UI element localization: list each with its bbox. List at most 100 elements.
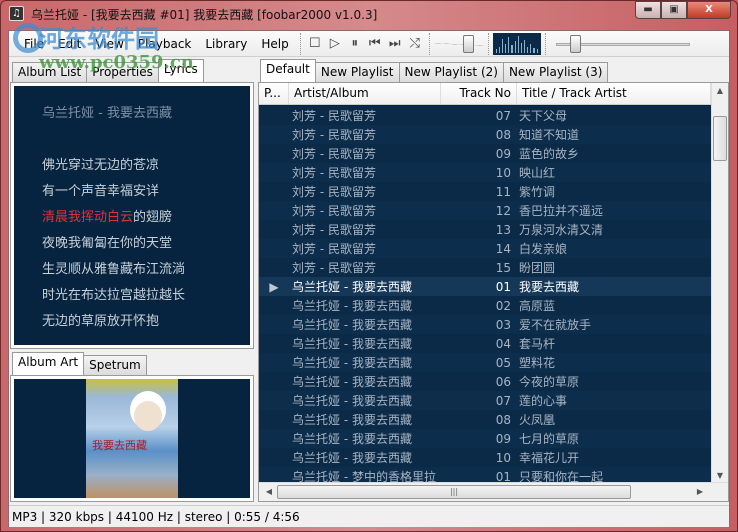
col-playing[interactable]: P... — [259, 83, 289, 104]
table-row[interactable]: 刘芳 - 民歌留芳 15 盼团圆 — [259, 258, 711, 277]
tab-lyrics[interactable]: Lyrics — [157, 59, 204, 82]
track-no-cell: 03 — [495, 317, 511, 332]
title-cell: 今夜的草原 — [519, 375, 580, 389]
tab-new-playlist-3[interactable]: New Playlist (3) — [502, 62, 609, 82]
lyric-line: 佛光穿过无边的苍凉 — [42, 158, 160, 173]
volume-slider[interactable] — [433, 33, 484, 55]
table-row[interactable]: 乌兰托娅 - 我要去西藏 04 套马杆 — [259, 334, 711, 353]
tab-spectrum[interactable]: Spetrum — [83, 355, 147, 375]
close-button[interactable]: X — [687, 1, 731, 19]
track-no-cell: 09 — [495, 431, 511, 446]
menu-edit[interactable]: Edit — [51, 37, 88, 51]
track-no-cell: 12 — [495, 203, 511, 218]
track-no-cell: 02 — [495, 298, 511, 313]
title-cell: 我要去西藏 — [519, 280, 580, 294]
table-row[interactable]: 刘芳 - 民歌留芳 13 万泉河水清又清 — [259, 220, 711, 239]
hscroll-thumb[interactable]: ||| — [277, 485, 631, 499]
playlist-header: P... Artist/Album Track No Title / Track… — [259, 83, 711, 105]
playing-indicator-icon: ▶ — [269, 279, 279, 294]
table-row[interactable]: 乌兰托娅 - 我要去西藏 10 幸福花儿开 — [259, 448, 711, 467]
vis-bar — [520, 42, 522, 53]
play-icon[interactable]: ▷ — [325, 34, 345, 54]
title-cell: 爱不在就放手 — [519, 318, 592, 332]
stop-icon[interactable]: ☐ — [305, 34, 325, 54]
menu-help[interactable]: Help — [254, 37, 295, 51]
artist-album-cell: 乌兰托娅 - 我要去西藏 — [292, 375, 412, 389]
table-row[interactable]: 刘芳 - 民歌留芳 08 知道不知道 — [259, 125, 711, 144]
horizontal-scrollbar[interactable]: ◀ ||| ▶ — [259, 482, 728, 501]
title-cell: 火凤凰 — [519, 413, 556, 427]
menu-file[interactable]: File — [17, 37, 51, 51]
lyric-line: 时光在布达拉宫越拉越长 — [42, 288, 186, 303]
track-no-cell: 05 — [495, 355, 511, 370]
table-row[interactable]: 乌兰托娅 - 我要去西藏 09 七月的草原 — [259, 429, 711, 448]
track-no-cell: 10 — [495, 450, 511, 465]
table-row[interactable]: 乌兰托娅 - 我要去西藏 06 今夜的草原 — [259, 372, 711, 391]
table-row[interactable]: 乌兰托娅 - 我要去西藏 02 高原蓝 — [259, 296, 711, 315]
tab-new-playlist[interactable]: New Playlist — [314, 62, 400, 82]
title-cell: 蓝色的故乡 — [519, 147, 580, 161]
previous-icon[interactable]: ⏮ — [365, 34, 385, 54]
tab-properties[interactable]: Properties — [86, 62, 159, 82]
menu-library[interactable]: Library — [198, 37, 254, 51]
lyric-sung: 清晨我挥动白云 — [42, 210, 134, 225]
random-icon[interactable]: ⤭ — [405, 34, 425, 54]
artist-album-cell: 刘芳 - 民歌留芳 — [292, 147, 376, 161]
table-row[interactable]: ▶ 乌兰托娅 - 我要去西藏 01 我要去西藏 — [259, 277, 711, 296]
scroll-thumb[interactable] — [713, 116, 727, 161]
col-artist-album[interactable]: Artist/Album — [289, 83, 441, 104]
vis-bar — [505, 43, 507, 53]
menu-view[interactable]: View — [88, 37, 130, 51]
table-row[interactable]: 刘芳 - 民歌留芳 12 香巴拉并不遥远 — [259, 201, 711, 220]
table-row[interactable]: 乌兰托娅 - 我要去西藏 03 爱不在就放手 — [259, 315, 711, 334]
table-row[interactable]: 刘芳 - 民歌留芳 09 蓝色的故乡 — [259, 144, 711, 163]
col-title[interactable]: Title / Track Artist — [517, 83, 711, 104]
table-row[interactable]: 刘芳 - 民歌留芳 14 白发亲娘 — [259, 239, 711, 258]
seek-slider[interactable] — [555, 33, 690, 55]
track-no-cell: 04 — [495, 336, 511, 351]
next-icon[interactable]: ⏭ — [385, 34, 405, 54]
artist-album-cell: 乌兰托娅 - 我要去西藏 — [292, 280, 412, 294]
title-cell: 香巴拉并不遥远 — [519, 204, 604, 218]
app-icon: ♫ — [9, 6, 24, 21]
artist-album-cell: 刘芳 - 民歌留芳 — [292, 185, 376, 199]
tab-album-art[interactable]: Album Art — [12, 352, 85, 375]
track-no-cell: 08 — [495, 412, 511, 427]
vis-bar — [533, 47, 535, 53]
art-tabs: Album Art Spetrum — [12, 352, 147, 375]
track-no-cell: 14 — [495, 241, 511, 256]
status-bar: MP3 | 320 kbps | 44100 Hz | stereo | 0:5… — [9, 505, 729, 527]
table-row[interactable]: 乌兰托娅 - 我要去西藏 08 火凤凰 — [259, 410, 711, 429]
table-row[interactable]: 刘芳 - 民歌留芳 11 紫竹调 — [259, 182, 711, 201]
vis-bar — [498, 46, 500, 53]
artist-album-cell: 刘芳 - 民歌留芳 — [292, 109, 376, 123]
minimize-button[interactable]: ▬ — [635, 1, 661, 19]
vertical-scrollbar[interactable]: ▲ ▼ — [711, 83, 728, 483]
menu-toolbar: File Edit View Playback Library Help ☐ ▷… — [9, 31, 729, 57]
playlist-tabs: Default New Playlist New Playlist (2) Ne… — [260, 59, 609, 82]
menu-playback[interactable]: Playback — [131, 37, 199, 51]
track-no-cell: 07 — [495, 393, 511, 408]
vis-bar — [508, 36, 510, 53]
artist-album-cell: 刘芳 - 民歌留芳 — [292, 128, 376, 142]
table-row[interactable]: 乌兰托娅 - 我要去西藏 05 塑料花 — [259, 353, 711, 372]
seek-thumb[interactable] — [570, 34, 582, 53]
title-cell: 知道不知道 — [519, 128, 580, 142]
tab-default[interactable]: Default — [260, 59, 316, 82]
title-cell: 天下父母 — [519, 109, 568, 123]
table-row[interactable]: 刘芳 - 民歌留芳 07 天下父母 — [259, 106, 711, 125]
artist-album-cell: 乌兰托娅 - 我要去西藏 — [292, 413, 412, 427]
vis-bar — [536, 48, 538, 53]
maximize-button[interactable]: ▣ — [661, 1, 687, 19]
pause-icon[interactable]: ⏸ — [345, 34, 365, 54]
volume-thumb[interactable] — [462, 34, 474, 53]
tab-album-list[interactable]: Album List — [12, 62, 88, 82]
playlist-view: P... Artist/Album Track No Title / Track… — [258, 82, 729, 502]
vis-bar — [514, 40, 516, 53]
lyrics-panel: 乌兰托娅 - 我要去西藏 佛光穿过无边的苍凉 有一个声音幸福安详 清晨我挥动白云… — [10, 82, 254, 349]
table-row[interactable]: 乌兰托娅 - 我要去西藏 07 莲的心事 — [259, 391, 711, 410]
vis-bar — [495, 48, 497, 53]
table-row[interactable]: 刘芳 - 民歌留芳 10 映山红 — [259, 163, 711, 182]
col-track-no[interactable]: Track No — [441, 83, 517, 104]
tab-new-playlist-2[interactable]: New Playlist (2) — [398, 62, 504, 82]
